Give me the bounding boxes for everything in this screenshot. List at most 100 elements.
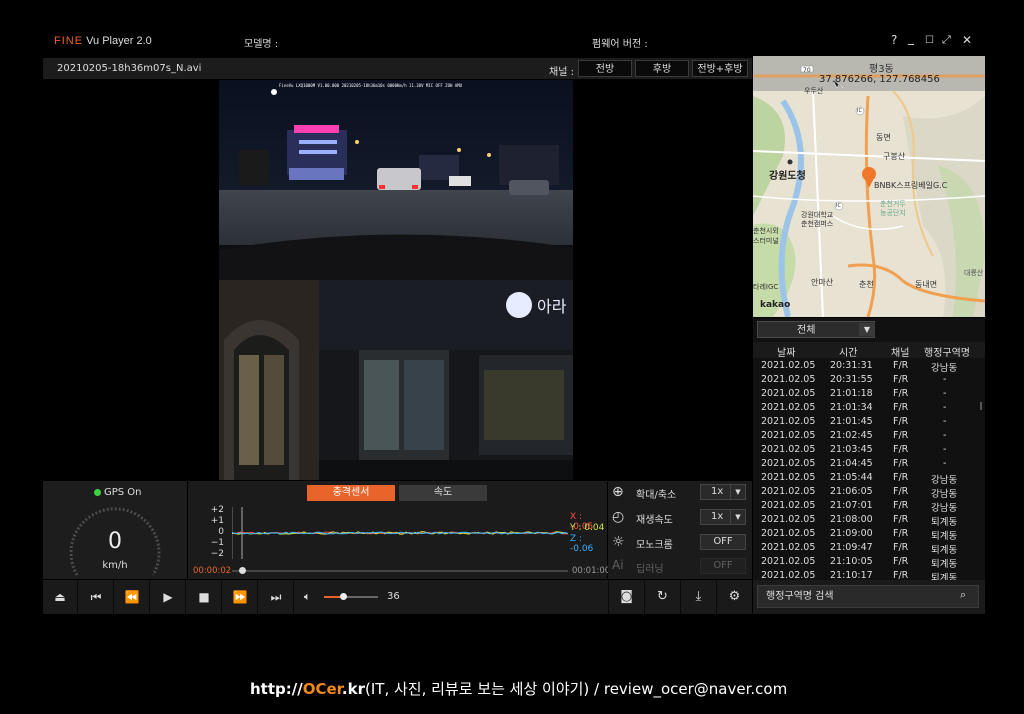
table-row[interactable]: 2021.02.05 21:09:47 F/R 퇴계동 (753, 542, 977, 556)
district-search-input[interactable] (757, 585, 979, 608)
timeline-handle[interactable] (239, 567, 247, 574)
speed-unit: km/h (102, 560, 128, 571)
row-channel: F/R (893, 570, 909, 580)
channel-label: 채널 : (549, 67, 574, 78)
row-time: 21:01:18 (830, 388, 873, 399)
y-axis-label: −1 (210, 538, 224, 548)
table-row[interactable]: 2021.02.05 21:09:00 F/R 퇴계동 (753, 528, 977, 542)
channel-rear-button[interactable]: 후방 (635, 60, 689, 77)
map-canvas (753, 56, 985, 317)
table-row[interactable]: 2021.02.05 21:01:34 F/R - (753, 402, 977, 416)
volume-handle[interactable] (340, 593, 348, 600)
event-filter-select[interactable] (757, 321, 875, 338)
map-label: 스터미널 (753, 237, 779, 245)
table-row[interactable]: 2021.02.05 21:05:44 F/R 강남동 (753, 472, 977, 486)
app-logo: FINE Vu Player 2.0 (54, 35, 152, 47)
rotate-icon[interactable]: ↻ (644, 580, 680, 614)
table-row[interactable]: 2021.02.05 21:07:01 F/R 강남동 (753, 500, 977, 514)
channel-front-button[interactable]: 전방 (578, 60, 632, 77)
close-icon[interactable]: ✕ (962, 33, 972, 47)
row-date: 2021.02.05 (761, 556, 816, 567)
zoom-label: 확대/축소 (636, 490, 677, 501)
event-filter-value: 전체 (797, 325, 816, 336)
gps-map[interactable]: 평3동 37.876266, 127.768456 70 IC IC 강원도청 … (753, 56, 985, 317)
row-channel: F/R (893, 528, 909, 539)
stop-icon[interactable]: ■ (187, 580, 222, 614)
row-time: 21:09:00 (830, 528, 873, 539)
y-axis-reading: Y : 0.04 (570, 523, 605, 533)
row-channel: F/R (893, 402, 909, 413)
search-icon[interactable]: ⌕ (960, 588, 966, 602)
playback-bar: ⏏ ⏮ ⏪ ▶ ■ ⏩ ⏭ 🔈︎ 36 ◙ ↻ ⤓ ⚙ (43, 580, 752, 614)
eject-icon[interactable]: ⏏ (43, 580, 78, 614)
channel-both-button[interactable]: 전방+후방 (692, 60, 748, 77)
map-label: 구봉산 (883, 152, 906, 161)
column-header-district: 행정구역명 (924, 348, 970, 359)
help-icon[interactable]: ? (891, 33, 897, 47)
gauge-icon: ◴ (612, 509, 625, 525)
table-row[interactable]: 2021.02.05 21:01:45 F/R - (753, 416, 977, 430)
table-row[interactable]: 2021.02.05 21:01:18 F/R - (753, 388, 977, 402)
chevron-down-icon: ▼ (730, 510, 745, 524)
tab-shock-sensor[interactable]: 충격센서 (307, 485, 395, 501)
timeline-track[interactable] (232, 570, 568, 572)
table-row[interactable]: 2021.02.05 21:08:00 F/R 퇴계동 (753, 514, 977, 528)
row-date: 2021.02.05 (761, 514, 816, 525)
gear-icon[interactable]: ⚙ (716, 580, 752, 614)
table-row[interactable]: 2021.02.05 21:10:05 F/R 퇴계동 (753, 556, 977, 570)
map-label: 동내면 (915, 280, 938, 289)
map-attribution: kakao (760, 300, 791, 310)
row-channel: F/R (893, 374, 909, 385)
rewind-icon[interactable]: ⏪ (115, 580, 150, 614)
map-label: 춘천캠퍼스 (801, 220, 834, 228)
list-scrollbar[interactable] (980, 402, 982, 410)
chevron-down-icon[interactable]: ▼ (859, 323, 875, 336)
table-row[interactable]: 2021.02.05 21:06:05 F/R 강남동 (753, 486, 977, 500)
skip-next-icon[interactable]: ⏭ (259, 580, 294, 614)
row-channel: F/R (893, 444, 909, 455)
fast-forward-icon[interactable]: ⏩ (223, 580, 258, 614)
video-view[interactable]: FineVu LXQ1000M V1.00.000 20210205-18h36… (219, 80, 573, 480)
event-list-panel: 전체 ▼ 날짜 시간 채널 행정구역명 2021.02.05 20:31:31 F/… (753, 318, 985, 580)
download-icon[interactable]: ⤓ (680, 580, 716, 614)
play-icon[interactable]: ▶ (151, 580, 186, 614)
minimize-icon[interactable]: _ (908, 31, 914, 45)
row-date: 2021.02.05 (761, 500, 816, 511)
road-badge: IC (836, 203, 841, 209)
row-channel: F/R (893, 556, 909, 567)
maximize-icon[interactable]: ☐ (925, 35, 934, 46)
row-district: - (943, 388, 947, 399)
volume-value: 36 (387, 591, 400, 602)
zoom-icon: ⊕ (612, 484, 624, 500)
speed-panel: GPS On 0 km/h (43, 481, 187, 579)
fullscreen-icon[interactable]: ⤢ (942, 33, 951, 47)
event-list[interactable]: 2021.02.05 20:31:31 F/R 강남동 2021.02.05 20:31:… (753, 360, 985, 580)
table-row[interactable]: 2021.02.05 20:31:31 F/R 강남동 (753, 360, 977, 374)
logo-fine: FINE (54, 35, 84, 47)
shock-graph (232, 507, 568, 559)
zoom-row: ⊕ 확대/축소 1x ▼ (608, 482, 752, 504)
table-row[interactable]: 2021.02.05 20:31:55 F/R - (753, 374, 977, 388)
tab-speed[interactable]: 속도 (399, 485, 487, 501)
row-date: 2021.02.05 (761, 486, 816, 497)
zoom-select[interactable]: 1x ▼ (700, 484, 746, 500)
table-row[interactable]: 2021.02.05 21:10:17 F/R 퇴계동 (753, 570, 977, 580)
monochrome-label: 모노크롬 (636, 540, 673, 551)
table-row[interactable]: 2021.02.05 21:04:45 F/R - (753, 458, 977, 472)
skip-previous-icon[interactable]: ⏮ (79, 580, 114, 614)
file-name: 20210205-18h36m07s_N.avi (57, 63, 202, 74)
volume-icon[interactable]: 🔈︎ (304, 580, 322, 614)
map-place-name: 평3동 (869, 64, 894, 75)
row-time: 21:07:01 (830, 500, 873, 511)
row-date: 2021.02.05 (761, 416, 816, 427)
table-row[interactable]: 2021.02.05 21:02:45 F/R - (753, 430, 977, 444)
playback-speed-select[interactable]: 1x ▼ (700, 509, 746, 525)
row-channel: F/R (893, 388, 909, 399)
map-label: 우두산 (804, 87, 824, 95)
table-row[interactable]: 2021.02.05 21:03:45 F/R - (753, 444, 977, 458)
row-district: 퇴계동 (931, 559, 958, 570)
camera-icon[interactable]: ◙ (608, 580, 644, 614)
row-district: - (943, 402, 947, 413)
settings-panel: ⊕ 확대/축소 1x ▼ ◴ 재생속도 1x ▼ ☼ 모노크롬 OFF Ai 딥러닝… (608, 481, 752, 579)
monochrome-toggle[interactable]: OFF (700, 534, 746, 550)
